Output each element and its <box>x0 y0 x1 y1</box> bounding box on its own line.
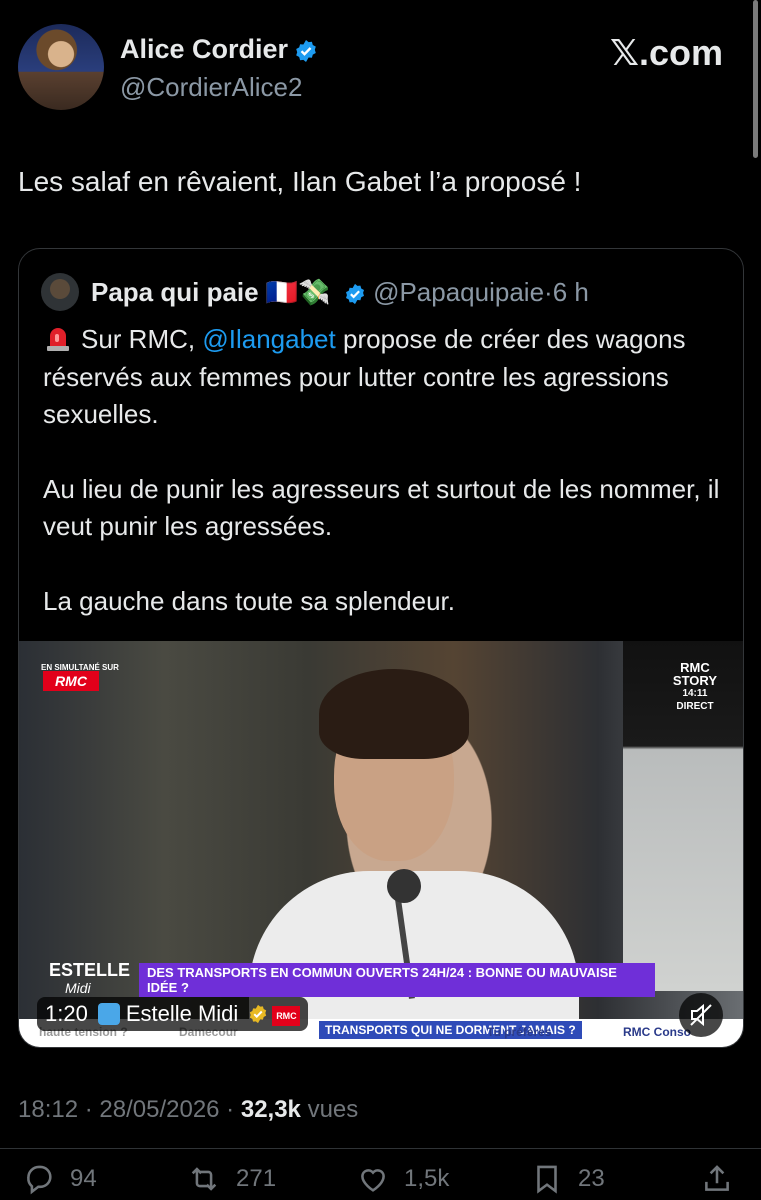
quote-avatar[interactable] <box>41 273 79 311</box>
heart-icon <box>361 1169 385 1192</box>
channel-verified-icon <box>250 1004 267 1024</box>
quote-paragraph-3: La gauche dans toute sa splendeur. <box>43 585 455 616</box>
siren-icon <box>47 328 69 351</box>
x-com-logo: 𝕏.com <box>609 32 723 73</box>
like-count: 1,5k <box>404 1165 450 1192</box>
quote-flags: 🇫🇷💸 <box>265 277 331 307</box>
quote-paragraph-2: Au lieu de punir les agresseurs et surto… <box>43 473 720 542</box>
quote-handle[interactable]: @Papaquipaie <box>373 277 544 307</box>
tweet-text: Les salaf en rêvaient, Ilan Gabet l’a pr… <box>18 166 582 197</box>
video-duration: 1:20 <box>45 1001 88 1026</box>
rmc-story-line2: STORY <box>672 673 717 688</box>
quote-time[interactable]: 6 h <box>553 277 589 307</box>
divider <box>0 1148 761 1149</box>
quote-separator: · <box>544 277 553 307</box>
reply-button[interactable]: 94 <box>22 1162 97 1196</box>
ticker-item: Tu préfères <box>487 1025 552 1039</box>
show-logo-top: ESTELLE <box>49 960 131 980</box>
video-player[interactable]: EN SIMULTANÉ SUR RMC RMC STORY 14:11 DIR… <box>19 641 743 1047</box>
quote-header: Papa qui paie 🇫🇷💸 @Papaquipaie·6 h <box>91 277 589 308</box>
mute-button[interactable] <box>679 993 723 1037</box>
repost-button[interactable]: 271 <box>186 1162 276 1196</box>
rmc-logo: RMC <box>43 671 99 691</box>
quote-verified-badge-icon <box>345 284 364 305</box>
like-button[interactable]: 1,5k <box>356 1162 449 1196</box>
bookmark-button[interactable]: 23 <box>530 1162 605 1196</box>
author-avatar[interactable] <box>18 24 104 110</box>
bookmark-icon <box>537 1165 557 1194</box>
quote-line1-pre: Sur RMC, <box>81 324 196 354</box>
rmc-story-direct: DIRECT <box>676 701 714 712</box>
show-logo-bottom: Midi <box>65 980 91 996</box>
share-button[interactable] <box>700 1162 734 1196</box>
news-banner: DES TRANSPORTS EN COMMUN OUVERTS 24H/24 … <box>139 963 655 997</box>
quoted-tweet[interactable]: Papa qui paie 🇫🇷💸 @Papaquipaie·6 h Sur R… <box>18 248 744 1048</box>
author-handle[interactable]: @CordierAlice2 <box>120 72 302 103</box>
quote-author-name[interactable]: Papa qui paie <box>91 277 259 307</box>
video-info-pill[interactable]: 1:20 Estelle Midi RMC <box>37 997 309 1031</box>
channel-rmc-badge: RMC <box>272 1006 301 1026</box>
quote-body: Sur RMC, @Ilangabet propose de créer des… <box>43 321 723 620</box>
video-channel-name: Estelle Midi <box>125 1001 239 1026</box>
bookmark-count: 23 <box>578 1165 605 1192</box>
verified-badge-icon <box>296 39 316 62</box>
rmc-story-logo: RMC STORY 14:11 DIRECT <box>673 661 717 713</box>
share-icon <box>705 1165 729 1191</box>
video-person-hair <box>319 669 469 759</box>
view-count: 32,3k <box>240 1096 301 1123</box>
tweet-meta: 18:12 · 28/05/2026 · 32,3k vues <box>18 1096 359 1123</box>
show-logo: ESTELLE Midi <box>49 961 130 997</box>
repost-count: 271 <box>236 1165 277 1192</box>
speaker-muted-icon <box>690 1003 712 1027</box>
tweet-time[interactable]: 18:12 <box>18 1096 78 1123</box>
channel-icon <box>97 1003 120 1025</box>
scrollbar[interactable] <box>753 0 758 158</box>
microphone <box>387 869 421 903</box>
author-name-text: Alice Cordier <box>120 34 289 64</box>
reply-count: 94 <box>70 1165 97 1192</box>
tweet-date[interactable]: 28/05/2026 <box>99 1096 219 1123</box>
repost-icon <box>191 1167 217 1191</box>
action-bar: 94 271 1,5k 23 <box>0 1150 761 1200</box>
reply-icon <box>27 1165 52 1195</box>
views-label: vues <box>307 1096 359 1123</box>
rmc-story-time: 14:11 <box>682 688 708 699</box>
author-name[interactable]: Alice Cordier <box>120 34 318 65</box>
mention-link[interactable]: @Ilangabet <box>202 324 335 354</box>
